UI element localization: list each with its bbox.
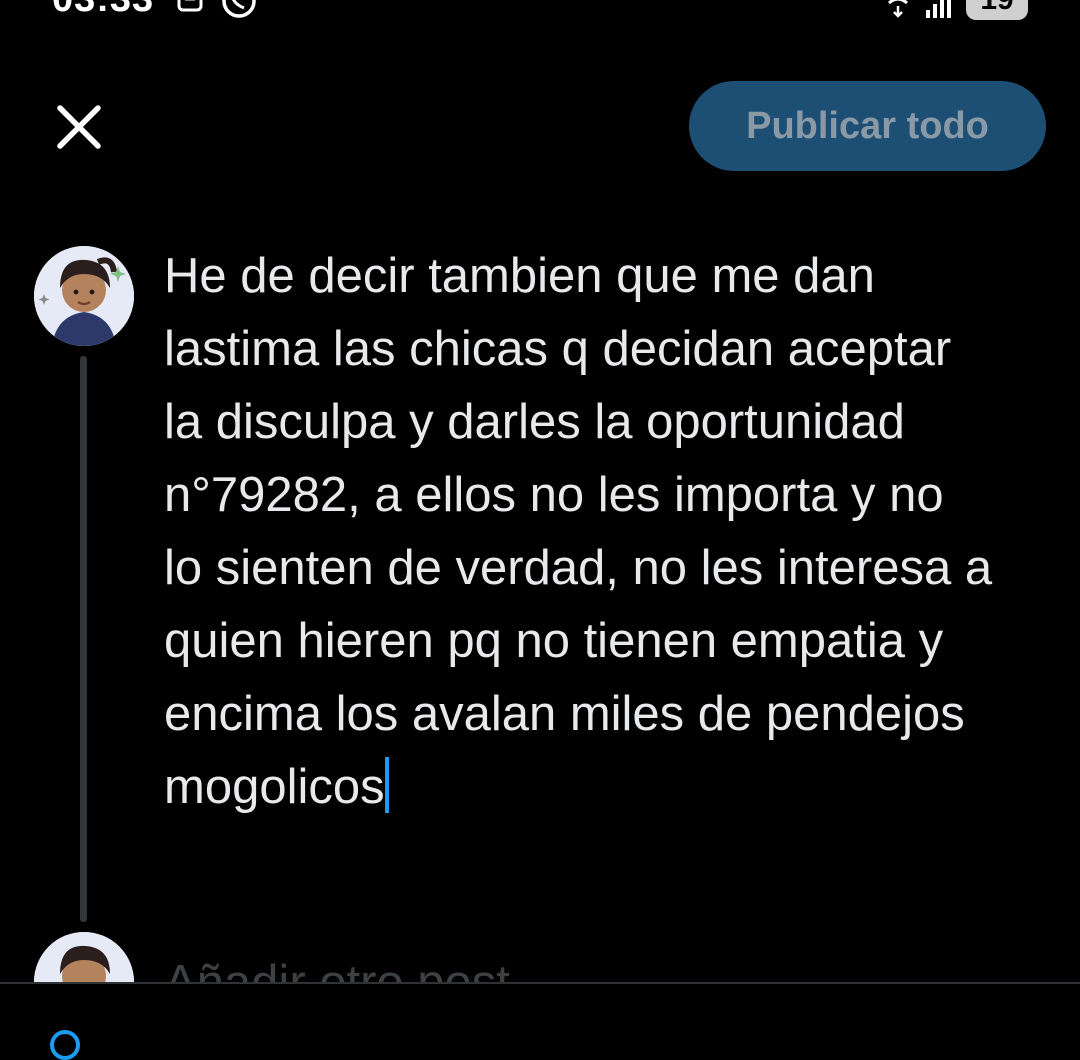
battery-indicator: 19 [966,0,1028,20]
avatar-illustration [34,246,134,346]
toolbar-area [0,982,1080,1036]
status-bar: 03:33 19 [0,0,1080,22]
signal-icon [926,0,951,18]
progress-circle-icon [50,1030,80,1060]
wifi-icon [888,0,908,18]
post-text: He de decir tambien que me dan lastima l… [164,249,993,814]
text-caret [384,757,389,813]
notification-icon [177,0,203,12]
avatar[interactable] [34,246,134,346]
thread-line [80,356,87,922]
post-text-input[interactable]: He de decir tambien que me dan lastima l… [164,240,1064,824]
status-time: 03:33 [52,0,154,21]
divider [0,982,1080,984]
whatsapp-icon [222,0,256,18]
close-icon[interactable] [52,100,106,154]
publish-all-button[interactable]: Publicar todo [689,81,1046,171]
